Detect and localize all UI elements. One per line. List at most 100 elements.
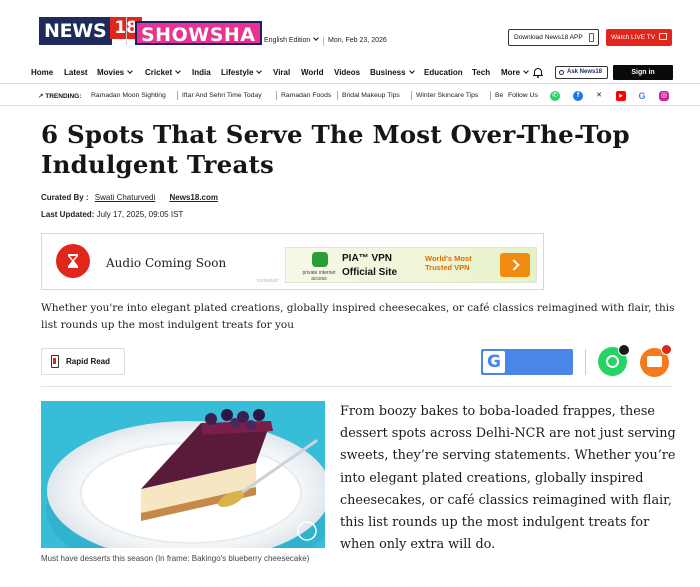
nav-item-india[interactable]: India: [192, 68, 211, 77]
rapid-read-button[interactable]: Rapid Read: [41, 348, 125, 375]
article-body: From boozy bakes to boba-loaded frappes,…: [340, 404, 676, 553]
chevron-down-icon: [175, 68, 181, 74]
showsha-logo[interactable]: SHOWSHA: [135, 21, 262, 46]
curated-by-label: Curated By :: [41, 193, 89, 202]
ask-icon: [559, 70, 564, 75]
nav-label-business: Business: [370, 68, 406, 77]
comment-icon: [647, 356, 662, 367]
author-link[interactable]: Swati Chaturvedi: [95, 193, 155, 202]
sign-in-button[interactable]: Sign in: [613, 65, 673, 80]
lock-icon: [312, 252, 328, 267]
download-app-button[interactable]: Download News18 APP: [508, 29, 599, 46]
updated-value: July 17, 2025, 09:05 IST: [96, 210, 184, 219]
ad-line1: PIA™ VPN: [342, 253, 393, 264]
whatsapp-icon: [606, 355, 619, 368]
trending-label-text: TRENDING:: [45, 93, 82, 100]
share-divider: [585, 349, 586, 375]
trending-divider: [177, 91, 178, 100]
ask-news18-button[interactable]: Ask News18: [555, 66, 608, 79]
watch-live-label: Watch LIVE TV: [611, 34, 656, 41]
cheesecake-illustration: [46, 409, 325, 548]
trending-label: ↗ TRENDING:: [38, 92, 81, 100]
phone-icon: [589, 33, 594, 42]
nav-item-tech[interactable]: Tech: [472, 68, 490, 77]
download-app-label: Download News18 APP: [514, 34, 583, 41]
trending-link[interactable]: Iftar And Sehri Time Today: [182, 92, 262, 99]
trending-divider: [276, 91, 277, 100]
x-icon[interactable]: ✕: [594, 91, 604, 101]
rapid-read-label: Rapid Read: [66, 357, 111, 366]
hourglass-icon[interactable]: [56, 244, 90, 278]
audio-player: Audio Coming Soon Instaread private inte…: [41, 233, 544, 290]
bell-clapper: [537, 76, 539, 78]
share-icon[interactable]: [618, 344, 630, 356]
nav-item-world[interactable]: World: [301, 68, 324, 77]
tv-icon: [659, 33, 667, 40]
notification-bell-icon[interactable]: [533, 67, 543, 78]
trending-divider: [411, 91, 412, 100]
comments-button[interactable]: [640, 344, 672, 377]
watch-live-tv-button[interactable]: Watch LIVE TV: [606, 29, 672, 46]
trending-divider: [337, 91, 338, 100]
nav-label-lifestyle: Lifestyle: [221, 68, 254, 77]
audio-label: Audio Coming Soon: [106, 256, 227, 270]
chevron-down-icon: [127, 68, 133, 74]
nav-item-viral[interactable]: Viral: [273, 68, 290, 77]
nav-item-business[interactable]: Business: [370, 68, 415, 77]
trending-divider: [490, 91, 491, 100]
image-caption: Must have desserts this season (In frame…: [41, 554, 310, 563]
trending-bar: ↗ TRENDING: Ramadan Moon Sighting Iftar …: [0, 86, 700, 106]
facebook-icon[interactable]: f: [573, 91, 583, 101]
chevron-down-icon: [313, 35, 320, 41]
google-icon: G: [483, 351, 505, 373]
nav-item-videos[interactable]: Videos: [334, 68, 360, 77]
updated-label: Last Updated:: [41, 210, 95, 219]
chevron-down-icon: [408, 68, 415, 74]
chevron-right-icon[interactable]: [500, 253, 530, 277]
trending-link[interactable]: Be: [495, 92, 503, 99]
trending-link[interactable]: Ramadan Moon Sighting: [91, 92, 166, 99]
nav-item-home[interactable]: Home: [31, 68, 53, 77]
byline: Curated By : Swati Chaturvedi News18.com: [41, 193, 218, 202]
edition-label: English Edition: [264, 37, 311, 44]
bell-body: [534, 68, 542, 75]
follow-us-label: Follow Us: [508, 92, 538, 99]
phone-icon: [51, 355, 59, 368]
ad-tagline: World's Most Trusted VPN: [425, 254, 472, 272]
nav-item-cricket[interactable]: Cricket: [145, 68, 181, 77]
nav-item-more[interactable]: More: [501, 68, 529, 77]
ask-news18-label: Ask News18: [567, 69, 603, 75]
article-headline: 6 Spots That Serve The Most Over-The-Top…: [41, 120, 630, 179]
logo-news-text: NEWS: [39, 17, 113, 45]
hourglass-glyph: [68, 254, 78, 268]
notification-dot: [661, 344, 672, 355]
nav-item-latest[interactable]: Latest: [64, 68, 88, 77]
ad-brand: private internet access: [302, 270, 336, 282]
hero-image: [41, 401, 325, 548]
article-summary: Whether you're into elegant plated creat…: [41, 302, 675, 331]
trending-arrow-icon: ↗: [38, 93, 44, 100]
nav-item-movies[interactable]: Movies: [97, 68, 133, 77]
whatsapp-icon[interactable]: ✆: [550, 91, 560, 101]
nav-label-movies: Movies: [97, 68, 125, 77]
chevron-down-icon: [523, 68, 529, 74]
google-preferred-source-button[interactable]: G: [481, 349, 573, 375]
source-link[interactable]: News18.com: [170, 193, 218, 202]
google-icon[interactable]: G: [637, 91, 647, 101]
last-updated: Last Updated: July 17, 2025, 09:05 IST: [41, 210, 183, 219]
trending-link[interactable]: Bridal Makeup Tips: [342, 92, 400, 99]
instaread-badge: Instaread: [257, 278, 278, 284]
pia-vpn-ad[interactable]: private internet access PIA™ VPN Officia…: [285, 247, 537, 283]
site-header: NEWS 18 SHOWSHA English Edition Mon, Feb…: [0, 0, 700, 62]
youtube-icon[interactable]: ▶: [616, 91, 626, 101]
nav-label-more: More: [501, 68, 521, 77]
trending-link[interactable]: Winter Skincare Tips: [416, 92, 478, 99]
edition-selector[interactable]: English Edition: [264, 35, 320, 44]
trending-link[interactable]: Ramadan Foods: [281, 92, 331, 99]
chevron-down-icon: [256, 68, 263, 74]
nav-item-lifestyle[interactable]: Lifestyle: [221, 68, 263, 77]
whatsapp-share-button[interactable]: [598, 344, 630, 376]
nav-item-education[interactable]: Education: [424, 68, 463, 77]
instagram-icon[interactable]: ◎: [659, 91, 669, 101]
nav-label-cricket: Cricket: [145, 68, 173, 77]
